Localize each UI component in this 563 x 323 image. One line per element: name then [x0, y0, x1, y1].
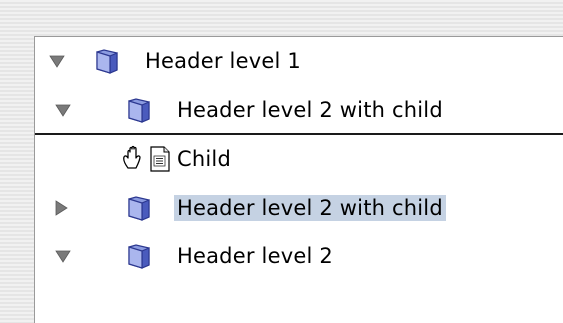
disclosure-triangle-expanded-icon[interactable]	[55, 102, 71, 118]
disclosure-triangle-expanded-icon[interactable]	[55, 248, 71, 264]
folder-icon	[128, 98, 150, 123]
tree-row-label: Header level 2 with child	[177, 98, 443, 122]
tree-row-header-level-2-with-child-selected[interactable]: Header level 2 with child	[35, 192, 563, 224]
tree-row-label: Child	[177, 147, 231, 171]
drop-insertion-line	[35, 133, 563, 135]
tree-row-child[interactable]: Child	[35, 143, 563, 175]
folder-icon	[128, 196, 150, 221]
disclosure-triangle-collapsed-icon[interactable]	[53, 200, 69, 216]
tree-row-label: Header level 2	[177, 244, 333, 268]
tree-row-header-level-2-with-child[interactable]: Header level 2 with child	[35, 94, 563, 126]
outline-tree[interactable]: Header level 1 Header level 2 with child	[34, 36, 563, 323]
tree-row-label: Header level 2 with child	[174, 195, 446, 221]
disclosure-triangle-expanded-icon[interactable]	[49, 53, 65, 69]
folder-icon	[128, 244, 150, 269]
outline-view-window: Header level 1 Header level 2 with child	[0, 0, 563, 323]
document-icon	[150, 146, 170, 172]
open-hand-cursor-icon	[123, 145, 141, 169]
tree-row-label: Header level 1	[145, 49, 301, 73]
tree-row-header-level-2[interactable]: Header level 2	[35, 240, 563, 272]
tree-row-header-level-1[interactable]: Header level 1	[35, 45, 563, 77]
folder-icon	[96, 49, 118, 74]
